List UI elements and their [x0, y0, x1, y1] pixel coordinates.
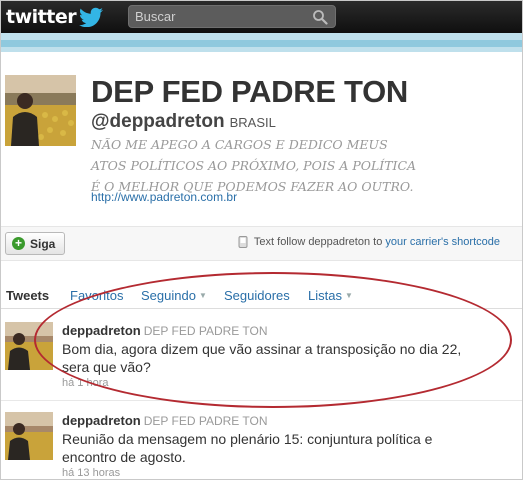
tab-favoritos[interactable]: Favoritos: [70, 288, 123, 303]
twitter-bird-icon: [79, 7, 104, 27]
search-input[interactable]: [129, 6, 315, 27]
sms-follow-text: Text follow deppadreton: [253, 236, 371, 248]
tweet-item: deppadreton DEP FED PADRE TON Bom dia, ag…: [1, 322, 522, 392]
tweet-username[interactable]: deppadreton: [62, 413, 141, 428]
profile-avatar[interactable]: [5, 75, 76, 146]
profile-name: DEP FED PADRE TON: [91, 74, 409, 109]
search-icon[interactable]: [312, 9, 328, 25]
tweet-avatar-photo: [5, 322, 53, 370]
chevron-down-icon: ▼: [198, 291, 207, 300]
follow-bar: + Siga Text follow deppadreton to your c…: [1, 226, 522, 261]
follow-button[interactable]: + Siga: [5, 232, 65, 255]
tweet-divider: [1, 400, 522, 401]
tweet-avatar[interactable]: [5, 412, 53, 460]
profile-handle-row: @deppadreton BRASIL: [91, 111, 276, 133]
tweet-display-name: DEP FED PADRE TON: [143, 324, 268, 338]
tweet-author: deppadreton DEP FED PADRE TON: [62, 322, 268, 340]
tweet-text: Reunião da mensagem no plenário 15: conj…: [62, 431, 433, 465]
tab-tweets-label: Tweets: [6, 288, 50, 303]
profile-photo: [5, 75, 76, 146]
profile-location: BRASIL: [229, 115, 276, 130]
tweet-author: deppadreton DEP FED PADRE TON: [62, 412, 268, 430]
header-stripe: [1, 40, 522, 47]
tab-tweets[interactable]: Tweets: [6, 288, 49, 303]
top-bar: twitter: [1, 1, 522, 33]
tab-seguindo[interactable]: Seguindo ▼: [141, 288, 207, 303]
tab-listas-label: Listas: [308, 288, 342, 303]
twitter-logo[interactable]: twitter: [6, 5, 104, 29]
tweet-text: Bom dia, agora dizem que vão assinar a t…: [62, 341, 462, 375]
profile-bio: NÃO ME APEGO A CARGOS E DEDICO MEUS ATOS…: [91, 137, 417, 194]
tab-seguidores[interactable]: Seguidores: [224, 288, 290, 303]
tweet-item: deppadreton DEP FED PADRE TON Reunião da …: [1, 412, 522, 479]
tab-favoritos-label: Favoritos: [70, 288, 124, 303]
chevron-down-icon: ▼: [344, 291, 353, 300]
follow-button-label: Siga: [30, 236, 56, 251]
phone-icon: [238, 236, 248, 248]
search-box: [128, 5, 336, 28]
tweet-avatar-photo: [5, 412, 53, 460]
plus-icon: +: [12, 237, 25, 250]
tweet-avatar[interactable]: [5, 322, 53, 370]
tab-seguidores-label: Seguidores: [224, 288, 290, 303]
tweet-display-name: DEP FED PADRE TON: [143, 414, 268, 428]
profile-url-link[interactable]: http://www.padreton.com.br: [91, 190, 237, 204]
tab-seguindo-label: Seguindo: [141, 288, 196, 303]
carrier-shortcode-link[interactable]: your carrier's shortcode: [385, 236, 500, 248]
header-band: [1, 33, 522, 52]
tweet-username[interactable]: deppadreton: [62, 323, 141, 338]
tweet-timestamp[interactable]: há 1 hora: [62, 377, 108, 389]
profile-handle: @deppadreton: [91, 111, 225, 132]
tweet-timestamp[interactable]: há 13 horas: [62, 467, 120, 479]
sms-follow-hint: Text follow deppadreton to your carrier'…: [237, 236, 500, 248]
profile-tabs: Tweets Favoritos Seguindo ▼ Seguidores Li…: [1, 286, 522, 309]
logo-text: twitter: [6, 6, 77, 28]
page-frame: twitter Buscar DEP FED PADRE TON @deppad…: [0, 0, 523, 480]
tab-listas[interactable]: Listas ▼: [308, 288, 353, 303]
sms-to-text: to: [373, 236, 383, 248]
